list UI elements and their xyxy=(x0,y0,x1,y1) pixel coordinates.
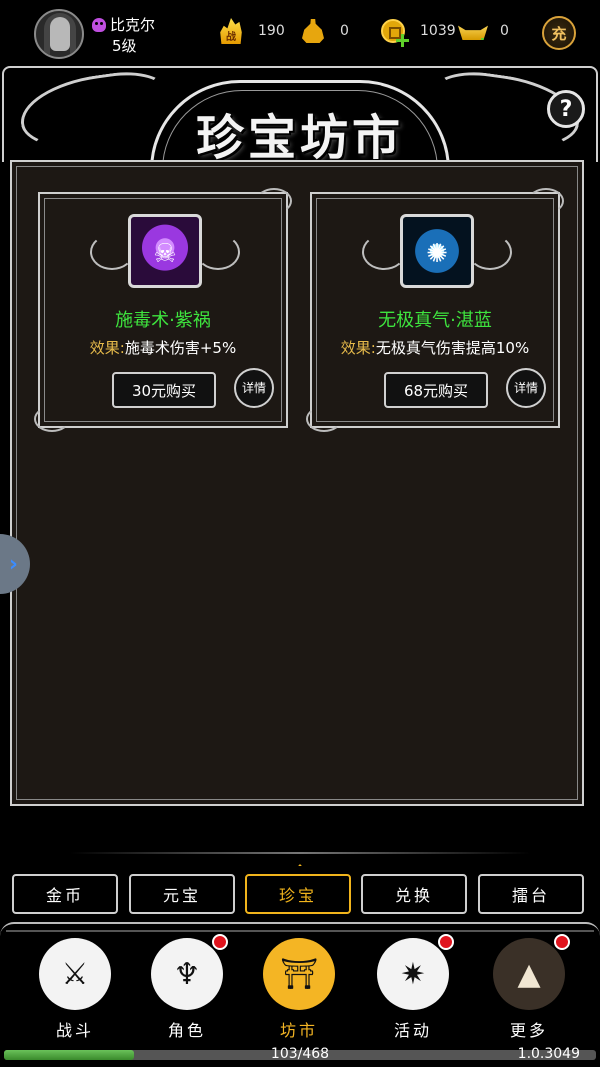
detail-button[interactable]: 详情 xyxy=(234,368,274,408)
icon-wing-ornament xyxy=(468,234,512,270)
item-name: 无极真气·湛蓝 xyxy=(378,310,492,331)
tab-arena[interactable]: 擂台 xyxy=(478,874,584,914)
tab-treasure[interactable]: 珍宝 xyxy=(245,874,351,914)
chevron-right-icon: › xyxy=(8,551,18,577)
effect-label: 效果: xyxy=(340,339,376,357)
bottom-navigation: ⚔ 战斗 ♆ 角色 ⛩ 坊市 ✷ 活动 ▲ 更多 xyxy=(0,922,600,1047)
ingot-value: 0 xyxy=(500,23,509,39)
item-effect: 效果:无极真气伤害提高10% xyxy=(312,337,558,358)
corner-ornament xyxy=(256,188,292,214)
version-label: 1.0.3049 xyxy=(517,1046,580,1062)
player-avatar[interactable] xyxy=(34,9,84,59)
skull-icon xyxy=(92,17,106,32)
tab-exchange[interactable]: 兑换 xyxy=(361,874,467,914)
nav-label: 角色 xyxy=(167,1021,206,1040)
page-title: 珍宝坊市 xyxy=(195,110,404,166)
battle-power-value: 190 xyxy=(258,23,285,39)
buy-button-label: 68元购买 xyxy=(403,381,469,400)
gourd-value: 0 xyxy=(340,23,349,39)
item-card: ☠ 施毒术·紫祸 效果:施毒术伤害+5% 30元购买 详情 xyxy=(34,188,292,432)
nav-label: 更多 xyxy=(509,1021,548,1040)
battle-power-icon-text: 战 xyxy=(226,32,236,43)
help-button[interactable]: ? xyxy=(547,90,585,128)
effect-label: 效果: xyxy=(89,339,125,357)
treasure-chest-icon: ✷ xyxy=(377,938,449,1010)
item-card: ✺ 无极真气·湛蓝 效果:无极真气伤害提高10% 68元购买 详情 xyxy=(306,188,564,432)
nav-label: 活动 xyxy=(393,1021,432,1040)
crossed-swords-icon: ⚔ xyxy=(39,938,111,1010)
recharge-button[interactable]: 充 xyxy=(542,16,576,50)
corner-ornament xyxy=(528,188,564,214)
tab-gold[interactable]: 金币 xyxy=(12,874,118,914)
more-emblem-icon: ▲ xyxy=(493,938,565,1010)
ingot-add-icon[interactable] xyxy=(458,17,488,45)
detail-button[interactable]: 详情 xyxy=(506,368,546,408)
notification-badge xyxy=(554,934,570,950)
player-level: 5级 xyxy=(112,37,137,55)
item-effect: 效果:施毒术伤害+5% xyxy=(40,337,286,358)
nav-market[interactable]: ⛩ 坊市 xyxy=(254,938,344,1042)
coin-value: 1039 xyxy=(420,23,456,39)
item-name: 施毒术·紫祸 xyxy=(115,310,211,331)
poison-skull-icon[interactable]: ☠ xyxy=(128,214,202,288)
corner-ornament xyxy=(34,406,70,432)
player-name: 比克尔 xyxy=(110,16,156,34)
nav-events[interactable]: ✷ 活动 xyxy=(368,934,458,1042)
buy-button-label: 30元购买 xyxy=(131,381,197,400)
buy-button[interactable]: 30元购买 xyxy=(112,372,216,408)
tab-divider xyxy=(70,852,530,854)
avatar-face xyxy=(50,17,70,51)
shop-header: 珍宝坊市 ? xyxy=(0,62,600,172)
tab-ingot[interactable]: 元宝 xyxy=(129,874,235,914)
market-gate-icon: ⛩ xyxy=(263,938,335,1010)
icon-wing-ornament xyxy=(196,234,240,270)
progress-text: 103/468 xyxy=(270,1046,330,1062)
ingot-resource[interactable]: 0 xyxy=(458,16,509,46)
demon-mask-icon: ♆ xyxy=(151,938,223,1010)
top-status-bar: 比克尔 5级 战 190 0 1039 0 充 xyxy=(0,0,600,66)
notification-badge xyxy=(212,934,228,950)
player-name-row: 比克尔 xyxy=(92,14,155,35)
buy-button[interactable]: 68元购买 xyxy=(384,372,488,408)
battle-power-icon: 战 xyxy=(216,17,246,45)
nav-character[interactable]: ♆ 角色 xyxy=(142,934,232,1042)
coin-add-icon[interactable] xyxy=(378,17,409,47)
effect-text: 无极真气伤害提高10% xyxy=(375,339,530,357)
gourd-resource: 0 xyxy=(298,16,349,46)
nav-battle[interactable]: ⚔ 战斗 xyxy=(30,938,120,1042)
nav-more[interactable]: ▲ 更多 xyxy=(484,934,574,1042)
nav-label: 坊市 xyxy=(279,1021,318,1040)
notification-badge xyxy=(438,934,454,950)
blue-vortex-icon[interactable]: ✺ xyxy=(400,214,474,288)
treasure-panel: ☠ 施毒术·紫祸 效果:施毒术伤害+5% 30元购买 详情 ✺ 无极真气·湛蓝 … xyxy=(10,160,584,806)
effect-text: 施毒术伤害+5% xyxy=(124,339,237,357)
battle-power-resource: 战 190 xyxy=(216,16,285,46)
coin-resource[interactable]: 1039 xyxy=(378,16,456,47)
nav-label: 战斗 xyxy=(55,1021,94,1040)
gourd-icon xyxy=(298,17,328,45)
corner-ornament xyxy=(306,406,342,432)
